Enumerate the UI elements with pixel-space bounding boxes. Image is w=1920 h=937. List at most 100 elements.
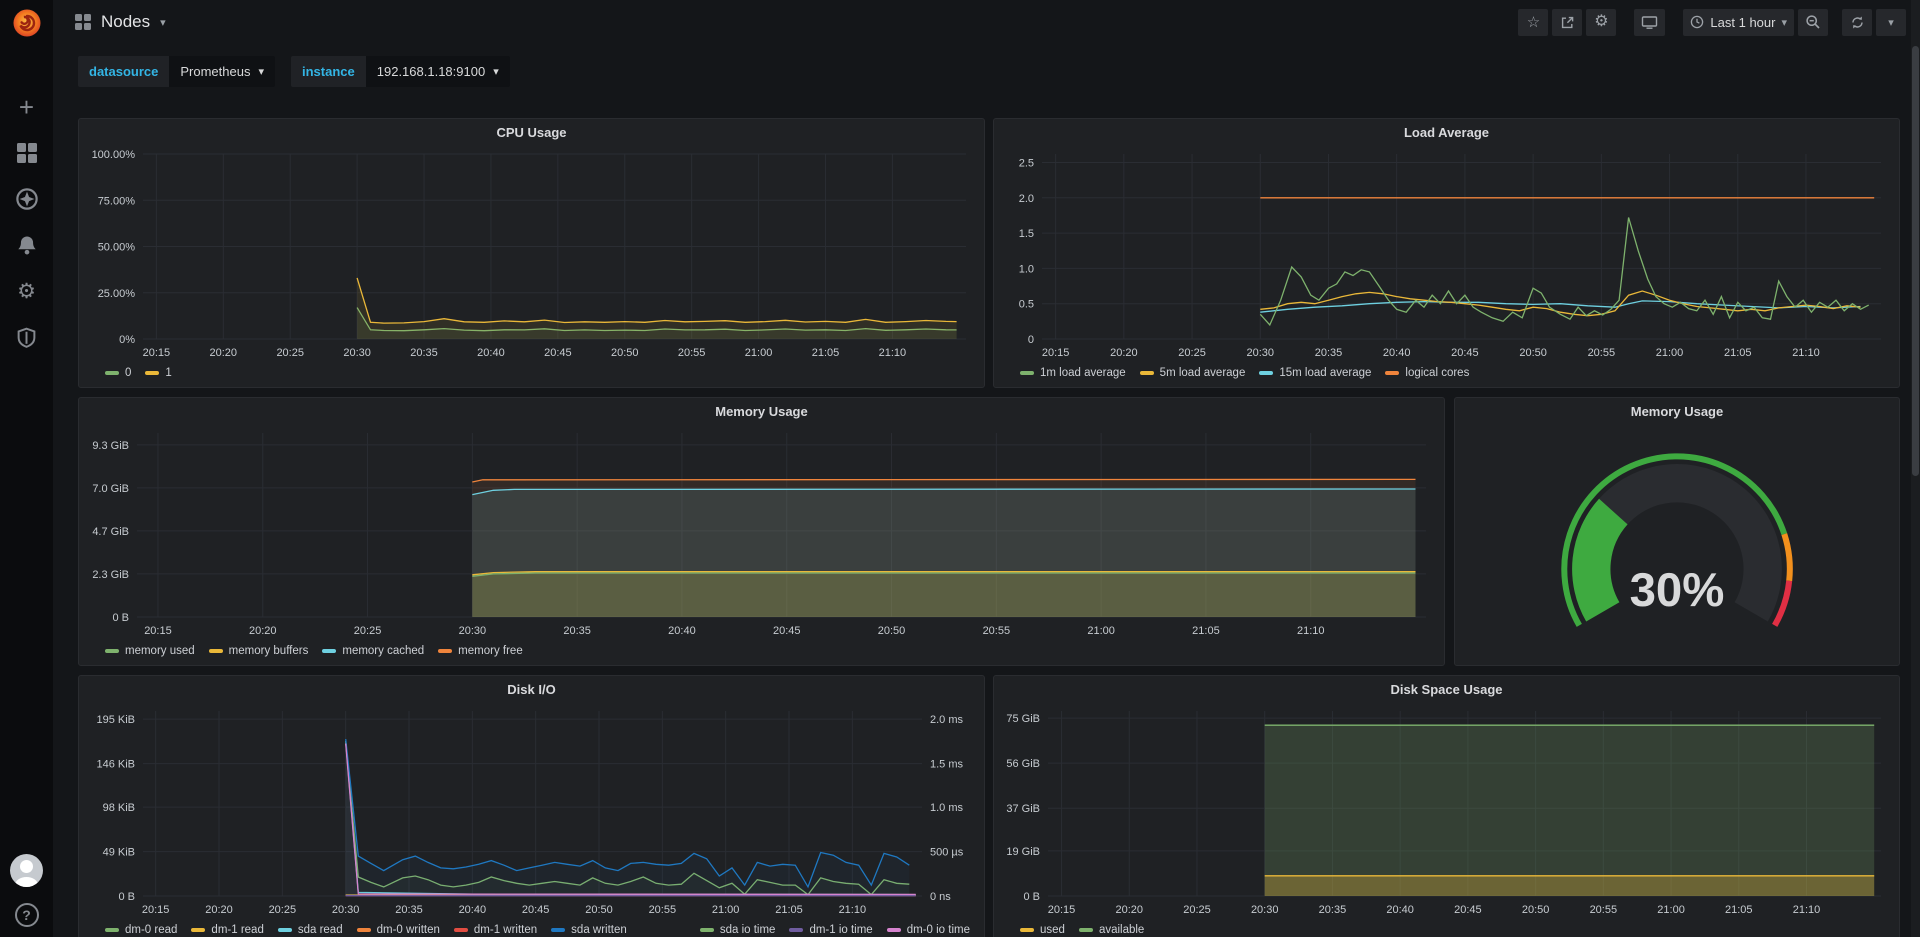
legend-item[interactable]: memory cached: [322, 645, 424, 657]
svg-text:20:20: 20:20: [1110, 347, 1138, 359]
cpu-usage-chart[interactable]: 20:1520:2020:2520:3020:3520:4020:4520:50…: [79, 146, 984, 363]
svg-text:20:55: 20:55: [678, 347, 706, 359]
refresh-button[interactable]: [1842, 9, 1872, 36]
legend-item[interactable]: memory buffers: [209, 645, 309, 657]
scrollbar-thumb[interactable]: [1912, 46, 1919, 476]
panel-title[interactable]: CPU Usage: [79, 119, 984, 146]
legend-swatch: [700, 928, 714, 932]
svg-text:500 µs: 500 µs: [930, 847, 964, 859]
panel-title[interactable]: Memory Usage: [1455, 398, 1899, 425]
legend-item[interactable]: 5m load average: [1140, 367, 1246, 379]
memory-usage-gauge[interactable]: 30%: [1455, 425, 1899, 665]
panel-title[interactable]: Memory Usage: [79, 398, 1444, 425]
legend-item[interactable]: sda io time: [700, 924, 776, 936]
datasource-dropdown[interactable]: Prometheus ▾: [169, 56, 275, 87]
svg-text:21:10: 21:10: [1792, 347, 1820, 359]
svg-text:2.3 GiB: 2.3 GiB: [92, 569, 129, 581]
instance-dropdown[interactable]: 192.168.1.18:9100 ▾: [366, 56, 510, 87]
legend-item[interactable]: dm-1 written: [454, 924, 537, 936]
legend-item[interactable]: sda written: [551, 924, 627, 936]
svg-text:21:05: 21:05: [1192, 625, 1220, 637]
svg-text:0.5: 0.5: [1019, 299, 1034, 311]
disk-space-chart[interactable]: 20:1520:2020:2520:3020:3520:4020:4520:50…: [994, 703, 1899, 920]
svg-text:20:25: 20:25: [1178, 347, 1206, 359]
variable-label: instance: [291, 56, 366, 87]
svg-text:20:35: 20:35: [563, 625, 591, 637]
star-button[interactable]: ☆: [1518, 9, 1548, 36]
chevron-down-icon: ▾: [1888, 16, 1894, 29]
legend-item[interactable]: 15m load average: [1259, 367, 1371, 379]
dashboard-title-picker[interactable]: Nodes ▾: [75, 12, 166, 32]
legend-item[interactable]: memory free: [438, 645, 523, 657]
legend-item[interactable]: dm-0 read: [105, 924, 177, 936]
share-button[interactable]: [1552, 9, 1582, 36]
alerting-bell-icon[interactable]: [15, 233, 39, 257]
svg-text:75.00%: 75.00%: [98, 195, 136, 207]
legend-swatch: [551, 928, 565, 932]
legend-label: logical cores: [1405, 367, 1469, 379]
legend-item[interactable]: 0: [105, 367, 131, 379]
legend-item[interactable]: dm-0 written: [357, 924, 440, 936]
legend-item[interactable]: dm-1 io time: [789, 924, 872, 936]
svg-text:21:00: 21:00: [1657, 904, 1685, 916]
zoom-out-button[interactable]: [1798, 9, 1828, 36]
legend-swatch: [357, 928, 371, 932]
legend-item[interactable]: available: [1079, 924, 1144, 936]
memory-usage-chart[interactable]: 20:1520:2020:2520:3020:3520:4020:4520:50…: [79, 425, 1444, 641]
panel-title[interactable]: Disk Space Usage: [994, 676, 1899, 703]
legend-item[interactable]: used: [1020, 924, 1065, 936]
legend-item[interactable]: 1: [145, 367, 171, 379]
time-range-picker[interactable]: Last 1 hour ▾: [1683, 9, 1794, 36]
svg-text:20:40: 20:40: [477, 347, 505, 359]
legend-label: dm-1 written: [474, 924, 537, 936]
grafana-logo[interactable]: [7, 3, 47, 43]
svg-text:56 GiB: 56 GiB: [1006, 758, 1040, 770]
explore-compass-icon[interactable]: [15, 187, 39, 211]
settings-button[interactable]: ⚙: [1586, 9, 1616, 36]
svg-text:21:10: 21:10: [1793, 904, 1821, 916]
avatar-icon[interactable]: [10, 854, 43, 887]
time-range-label: Last 1 hour: [1710, 15, 1775, 30]
svg-text:21:10: 21:10: [879, 347, 907, 359]
svg-text:20:20: 20:20: [249, 625, 277, 637]
svg-text:1.5: 1.5: [1019, 228, 1034, 240]
chevron-down-icon: ▾: [258, 65, 264, 78]
svg-text:1.5 ms: 1.5 ms: [930, 759, 964, 771]
svg-text:20:40: 20:40: [459, 904, 487, 916]
dashboards-grid-icon[interactable]: [15, 141, 39, 165]
variable-label: datasource: [78, 56, 169, 87]
svg-text:20:25: 20:25: [276, 347, 304, 359]
legend-item[interactable]: dm-0 io time: [887, 924, 970, 936]
panel-title[interactable]: Load Average: [994, 119, 1899, 146]
svg-text:20:35: 20:35: [395, 904, 423, 916]
legend-item[interactable]: 1m load average: [1020, 367, 1126, 379]
legend-label: memory buffers: [229, 645, 309, 657]
legend-item[interactable]: memory used: [105, 645, 195, 657]
svg-text:21:00: 21:00: [1656, 347, 1684, 359]
refresh-interval-dropdown[interactable]: ▾: [1876, 9, 1906, 36]
svg-text:20:55: 20:55: [1590, 904, 1618, 916]
admin-shield-icon[interactable]: [15, 325, 39, 349]
help-icon[interactable]: ?: [15, 903, 39, 927]
svg-text:75 GiB: 75 GiB: [1006, 713, 1040, 725]
create-plus-icon[interactable]: +: [15, 95, 39, 119]
svg-text:20:25: 20:25: [269, 904, 297, 916]
load-average-chart[interactable]: 20:1520:2020:2520:3020:3520:4020:4520:50…: [994, 146, 1899, 363]
legend-label: dm-0 read: [125, 924, 177, 936]
panel-title[interactable]: Disk I/O: [79, 676, 984, 703]
cycle-view-button[interactable]: [1634, 9, 1665, 36]
svg-text:19 GiB: 19 GiB: [1006, 846, 1040, 858]
legend-item[interactable]: logical cores: [1385, 367, 1469, 379]
svg-text:195 KiB: 195 KiB: [96, 714, 135, 726]
configuration-gear-icon[interactable]: ⚙: [15, 279, 39, 303]
legend-item[interactable]: dm-1 read: [191, 924, 263, 936]
legend-swatch: [1385, 371, 1399, 375]
legend-item[interactable]: sda read: [278, 924, 343, 936]
disk-io-chart[interactable]: 20:1520:2020:2520:3020:3520:4020:4520:50…: [79, 703, 984, 920]
svg-text:20:45: 20:45: [1454, 904, 1482, 916]
svg-text:20:35: 20:35: [410, 347, 438, 359]
legend-label: 0: [125, 367, 131, 379]
legend-label: memory cached: [342, 645, 424, 657]
svg-text:21:05: 21:05: [1725, 904, 1753, 916]
svg-text:20:25: 20:25: [354, 625, 382, 637]
